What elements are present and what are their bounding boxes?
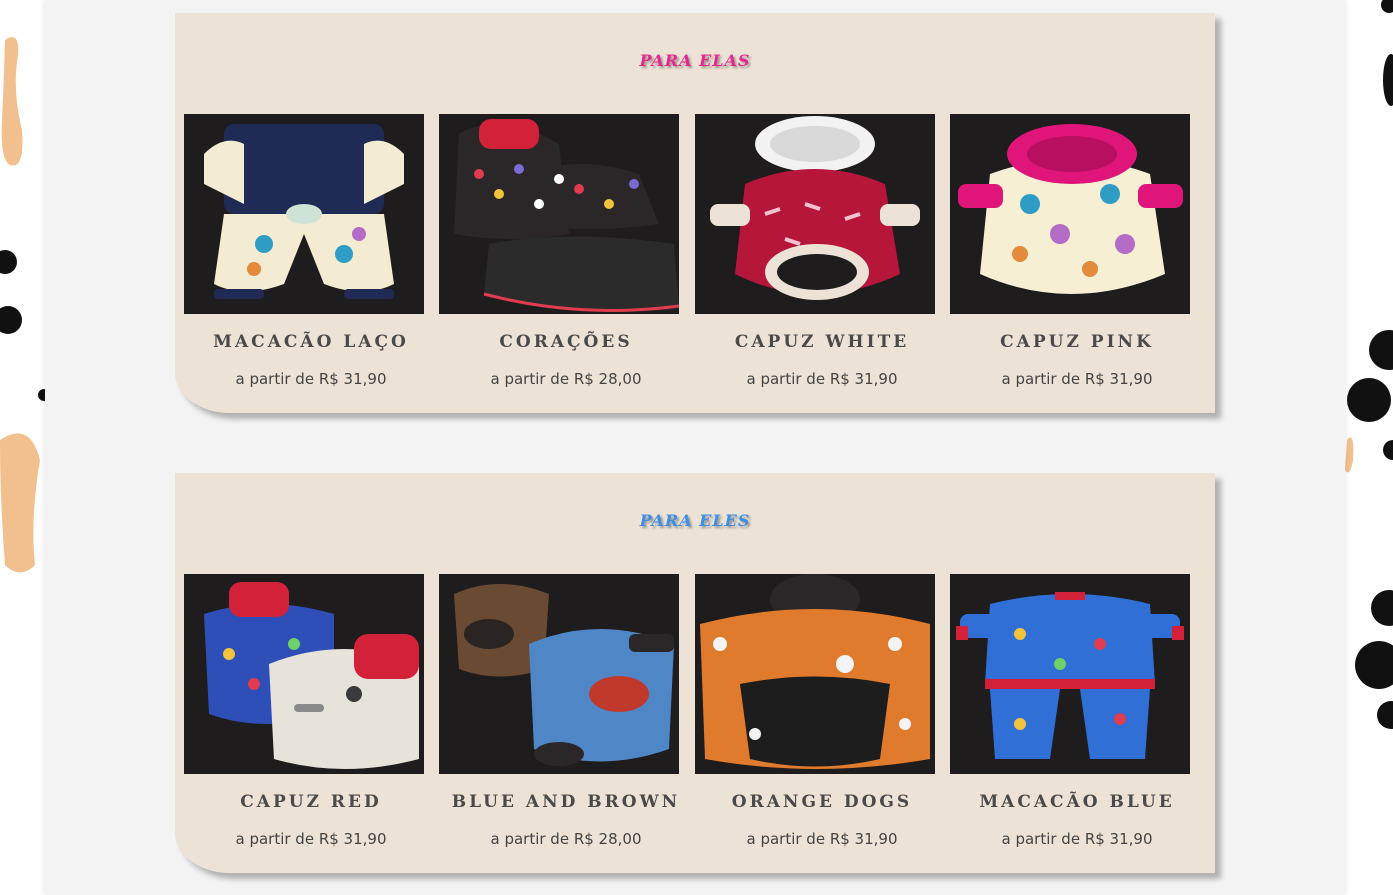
- section-title: PARA ELAS: [639, 51, 751, 70]
- product-price: a partir de R$ 31,90: [235, 830, 387, 848]
- product-price: a partir de R$ 28,00: [490, 370, 642, 388]
- product-image[interactable]: [695, 114, 935, 314]
- product-grid: CAPUZ RED a partir de R$ 31,90 BLUE AND …: [184, 574, 1204, 864]
- product-image[interactable]: [439, 574, 679, 774]
- product-price: a partir de R$ 28,00: [490, 830, 642, 848]
- product-name[interactable]: CAPUZ RED: [184, 792, 438, 812]
- product-price: a partir de R$ 31,90: [1001, 830, 1153, 848]
- product-card[interactable]: MACACÃO BLUE a partir de R$ 31,90: [950, 574, 1190, 864]
- product-name[interactable]: ORANGE DOGS: [695, 792, 949, 812]
- product-grid: MACACÃO LAÇO a partir de R$ 31,90 CORAÇÕ…: [184, 114, 1204, 404]
- product-name[interactable]: CORAÇÕES: [439, 332, 693, 352]
- product-name[interactable]: CAPUZ WHITE: [695, 332, 949, 352]
- product-image[interactable]: [184, 574, 424, 774]
- product-image[interactable]: [184, 114, 424, 314]
- section-para-eles: PARA ELES CAPUZ RED a partir de R$ 31,90…: [175, 473, 1215, 873]
- product-name[interactable]: CAPUZ PINK: [950, 332, 1204, 352]
- section-para-elas: PARA ELAS MACACÃO LAÇO a partir de R$ 31…: [175, 13, 1215, 413]
- product-card[interactable]: CORAÇÕES a partir de R$ 28,00: [439, 114, 679, 404]
- product-card[interactable]: MACACÃO LAÇO a partir de R$ 31,90: [184, 114, 424, 404]
- product-price: a partir de R$ 31,90: [235, 370, 387, 388]
- product-name[interactable]: BLUE AND BROWN: [439, 792, 693, 812]
- product-card[interactable]: ORANGE DOGS a partir de R$ 31,90: [695, 574, 935, 864]
- product-price: a partir de R$ 31,90: [746, 370, 898, 388]
- product-image[interactable]: [950, 574, 1190, 774]
- product-image[interactable]: [439, 114, 679, 314]
- left-paw-decoration: [0, 0, 45, 895]
- product-card[interactable]: CAPUZ WHITE a partir de R$ 31,90: [695, 114, 935, 404]
- product-card[interactable]: BLUE AND BROWN a partir de R$ 28,00: [439, 574, 679, 864]
- product-card[interactable]: CAPUZ RED a partir de R$ 31,90: [184, 574, 424, 864]
- product-name[interactable]: MACACÃO BLUE: [950, 792, 1204, 812]
- product-name[interactable]: MACACÃO LAÇO: [184, 332, 438, 352]
- product-image[interactable]: [695, 574, 935, 774]
- product-image[interactable]: [950, 114, 1190, 314]
- product-price: a partir de R$ 31,90: [746, 830, 898, 848]
- product-card[interactable]: CAPUZ PINK a partir de R$ 31,90: [950, 114, 1190, 404]
- product-price: a partir de R$ 31,90: [1001, 370, 1153, 388]
- section-title: PARA ELES: [639, 511, 751, 530]
- main-content: PARA ELAS MACACÃO LAÇO a partir de R$ 31…: [45, 0, 1345, 895]
- right-paw-decoration: [1345, 0, 1393, 895]
